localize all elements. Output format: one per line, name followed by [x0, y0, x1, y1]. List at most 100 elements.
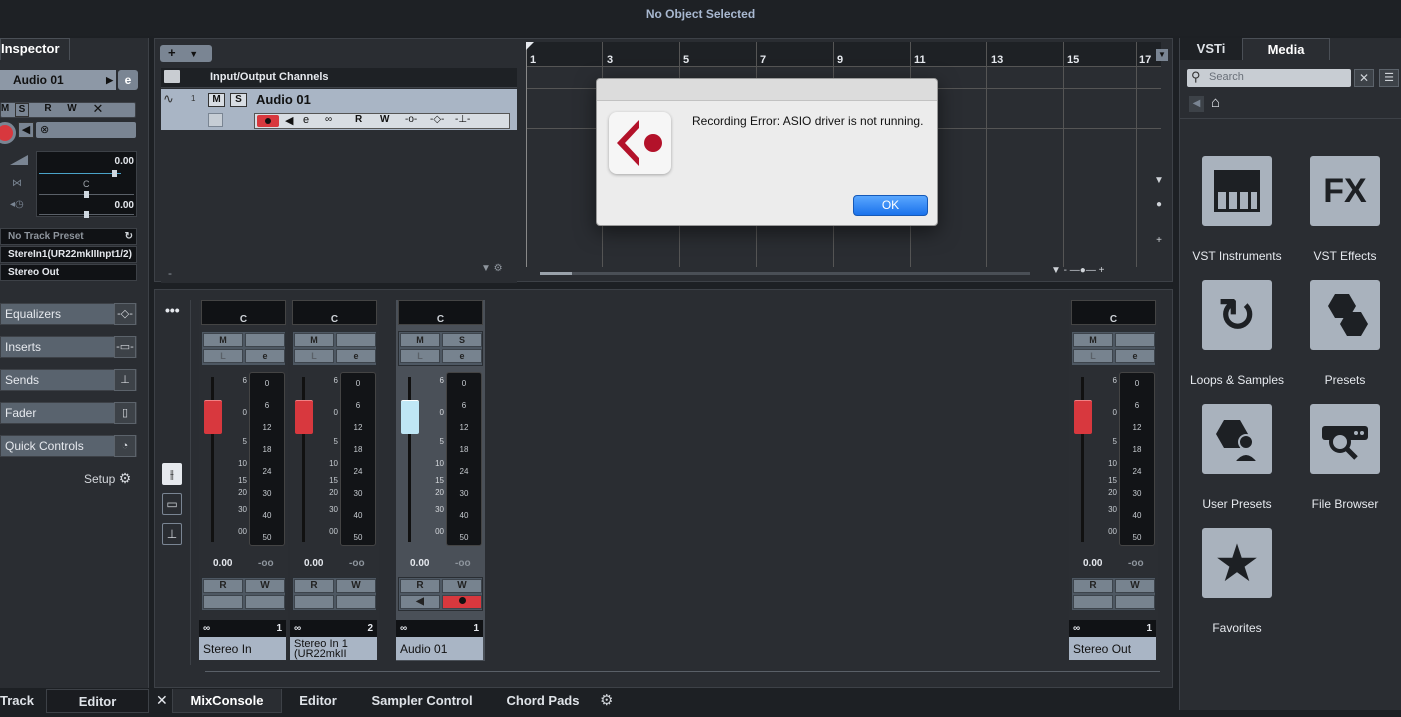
read-button[interactable]: R — [294, 579, 334, 593]
output-routing[interactable]: Stereo Out — [0, 264, 137, 281]
volume-value[interactable]: 0.00 — [213, 558, 232, 569]
input-routing[interactable]: StereIn1(UR22mkIIInpt1/2) — [0, 246, 137, 263]
monitor-button[interactable] — [1073, 595, 1113, 609]
search-field[interactable]: ⚲ Search — [1187, 69, 1351, 87]
volume-slider-line[interactable] — [39, 173, 121, 174]
section-quick-controls[interactable]: Quick Controls ◔ — [0, 435, 137, 457]
volume-fader[interactable] — [204, 400, 222, 434]
track-read-button[interactable]: R — [355, 114, 362, 125]
tab-editor[interactable]: Editor — [282, 689, 354, 713]
write-button[interactable]: W — [442, 579, 482, 593]
refresh-icon[interactable]: ↻ — [125, 229, 133, 244]
channel-name[interactable]: Stereo In 1 (UR22mkII — [294, 639, 376, 660]
monitor-button[interactable]: ◀ — [18, 122, 34, 138]
pan-knob[interactable]: C — [201, 300, 286, 325]
ruler-menu-icon[interactable]: ▼ — [1156, 49, 1168, 61]
list-view-icon[interactable]: ☰ — [1379, 69, 1399, 87]
close-lower-zone-icon[interactable]: ✕ — [156, 692, 170, 710]
inspector-volume-value[interactable]: 0.00 — [115, 156, 134, 167]
track-record-button[interactable] — [257, 115, 279, 127]
listen-button[interactable]: L — [203, 349, 243, 363]
setup-button[interactable]: Setup ⚙ — [84, 470, 131, 487]
add-track-button[interactable]: + ▼ — [160, 45, 212, 62]
track-name[interactable]: Audio 01 — [256, 92, 311, 107]
peak-value[interactable]: -oo — [258, 558, 274, 569]
record-button[interactable] — [245, 595, 285, 609]
diamond-icon[interactable]: -◇- — [430, 114, 444, 125]
volume-slider-handle[interactable] — [112, 170, 117, 177]
volume-value[interactable]: 0.00 — [410, 558, 429, 569]
search-folder-icon[interactable] — [1310, 404, 1380, 474]
freeze-icon[interactable]: -⊥- — [455, 114, 470, 125]
pan-knob[interactable]: C — [398, 300, 483, 325]
pan-knob[interactable]: C — [1071, 300, 1156, 325]
read-button[interactable]: R — [203, 579, 243, 593]
volume-fader[interactable] — [401, 400, 419, 434]
record-button[interactable] — [336, 595, 376, 609]
fader-view-button[interactable]: ⫲ — [162, 463, 182, 485]
mute-button[interactable]: M — [1073, 333, 1113, 347]
volume-value[interactable]: 0.00 — [1083, 558, 1102, 569]
mute-button[interactable]: M — [203, 333, 243, 347]
project-cursor[interactable] — [526, 42, 534, 50]
channel-name[interactable]: Audio 01 — [400, 643, 447, 655]
lane-icon[interactable]: -o- — [405, 114, 417, 125]
inspector-pan-value[interactable]: C — [83, 179, 90, 189]
tab-editor-left[interactable]: Editor — [46, 689, 149, 713]
inspector-tab[interactable]: Inspector — [0, 38, 70, 60]
volume-fader[interactable] — [1074, 400, 1092, 434]
lower-zone-settings-gear-icon[interactable]: ⚙ — [600, 691, 613, 709]
record-button[interactable] — [1115, 595, 1155, 609]
input-routing-field[interactable]: ⊗ — [36, 122, 136, 138]
monitor-button[interactable]: ◀ — [400, 595, 440, 609]
fx-icon[interactable]: FX — [1310, 156, 1380, 226]
edit-button[interactable]: e — [442, 349, 482, 363]
record-enable-button[interactable] — [0, 122, 16, 144]
delay-slider-handle[interactable] — [84, 211, 89, 218]
lock-checkbox[interactable] — [208, 113, 223, 127]
record-button[interactable] — [442, 595, 482, 609]
hexagons-icon[interactable] — [1310, 280, 1380, 350]
peak-value[interactable]: -oo — [1128, 558, 1144, 569]
tab-vsti[interactable]: VSTi — [1180, 38, 1242, 60]
sends-view-button[interactable]: ⊥ — [162, 523, 182, 545]
edit-button[interactable]: e — [1115, 349, 1155, 363]
volume-fader[interactable] — [295, 400, 313, 434]
read-button[interactable]: R — [400, 579, 440, 593]
pan-slider-handle[interactable] — [84, 191, 89, 198]
channel-name[interactable]: Stereo In — [203, 643, 252, 655]
listen-button[interactable]: L — [294, 349, 334, 363]
listen-button[interactable]: L — [400, 349, 440, 363]
edit-channel-button[interactable]: e — [118, 70, 138, 90]
monitor-button[interactable] — [294, 595, 334, 609]
peak-value[interactable]: -oo — [455, 558, 471, 569]
write-button[interactable]: W — [1115, 579, 1155, 593]
read-button[interactable]: R — [1073, 579, 1113, 593]
tab-media[interactable]: Media — [1242, 38, 1330, 60]
track-write-button[interactable]: W — [380, 114, 389, 125]
track-list-menu-icon[interactable]: ▼ ⚙ — [481, 263, 503, 274]
zoom-controls[interactable]: ▼ - —●— + — [1051, 265, 1151, 276]
tab-track[interactable]: Track — [0, 689, 46, 713]
piano-keys-icon[interactable] — [1202, 156, 1272, 226]
track-mute-button[interactable]: M — [208, 93, 225, 107]
clear-search-icon[interactable]: ✕ — [1354, 69, 1374, 87]
track-list-minus[interactable]: - — [168, 266, 172, 280]
link-icon[interactable]: ∞ — [325, 114, 332, 125]
loop-icon[interactable]: ↻ — [1202, 280, 1272, 350]
monitor-button[interactable] — [203, 595, 243, 609]
tab-chord-pads[interactable]: Chord Pads — [498, 689, 588, 713]
solo-button[interactable] — [336, 333, 376, 347]
track-edit-button[interactable]: e — [303, 114, 309, 126]
folder-track[interactable]: Input/Output Channels — [161, 68, 517, 88]
solo-button[interactable] — [245, 333, 285, 347]
solo-button[interactable]: S — [15, 103, 29, 117]
bypass-icon[interactable]: ✕ — [91, 101, 105, 117]
user-hex-icon[interactable] — [1202, 404, 1272, 474]
back-icon[interactable]: ◀ — [1189, 96, 1204, 112]
inspector-delay-value[interactable]: 0.00 — [115, 200, 134, 211]
solo-button[interactable] — [1115, 333, 1155, 347]
tab-sampler-control[interactable]: Sampler Control — [362, 689, 482, 713]
audio-track-row[interactable]: ∿ 1 M S Audio 01 ◀ e ∞ R W -o- -◇- -⊥- — [161, 89, 517, 130]
inserts-view-button[interactable]: ▭ — [162, 493, 182, 515]
